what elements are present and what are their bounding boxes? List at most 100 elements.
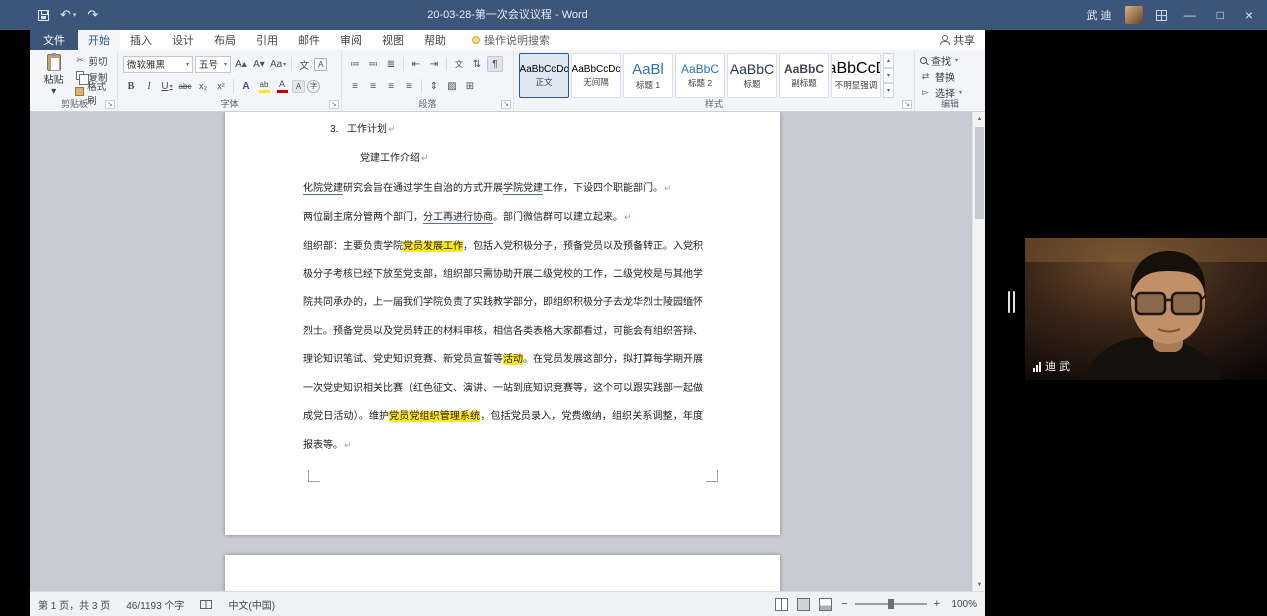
doc-paragraph[interactable]: 党建工作介绍↵ (303, 144, 703, 173)
word-count[interactable]: 46/1193 个字 (126, 597, 184, 612)
borders-button[interactable]: ⊞ (462, 78, 478, 94)
style-card-title[interactable]: AaBbC标题 (727, 53, 777, 98)
align-center-button[interactable]: ≡ (365, 78, 381, 94)
share-button[interactable]: 共享 (939, 30, 975, 50)
participant-name: 迪 武 (1045, 358, 1070, 374)
show-marks-button[interactable]: ¶ (487, 56, 503, 72)
grow-font-button[interactable]: A▴ (233, 56, 249, 72)
lightbulb-icon (472, 36, 480, 44)
shading-button[interactable]: ▨ (444, 78, 460, 94)
close-button[interactable]: × (1241, 0, 1257, 30)
font-color-bar (277, 90, 288, 93)
tab-mailings[interactable]: 邮件 (288, 30, 330, 50)
web-layout-button[interactable] (819, 598, 832, 611)
page-1[interactable]: 3.工作计划↵党建工作介绍↵化院党建研究会旨在通过学生自治的方式开展学院党建工作… (225, 112, 780, 535)
tab-view[interactable]: 视图 (372, 30, 414, 50)
styles-group-label: 样式 (514, 97, 914, 110)
tab-home[interactable]: 开始 (78, 30, 120, 50)
maximize-button[interactable]: □ (1213, 0, 1228, 30)
doc-text-run: 组织部：主要负责学院 (303, 241, 403, 252)
user-name-label[interactable]: 武 迪 (1087, 7, 1112, 23)
tab-references[interactable]: 引用 (246, 30, 288, 50)
style-card-subtitle[interactable]: AaBbC副标题 (779, 53, 829, 98)
multilevel-list-button[interactable]: ≣ (383, 56, 399, 72)
tab-layout[interactable]: 布局 (204, 30, 246, 50)
tab-help[interactable]: 帮助 (414, 30, 456, 50)
font-name-select[interactable]: 微软雅黑▾ (123, 56, 193, 73)
read-mode-button[interactable] (775, 598, 788, 611)
proofing-status[interactable] (200, 600, 212, 609)
font-size-select[interactable]: 五号▾ (195, 56, 231, 73)
scroll-thumb[interactable] (975, 127, 984, 219)
style-preview: AaBl (632, 61, 664, 78)
font-color-button[interactable]: A (274, 78, 290, 94)
change-case-button[interactable]: Aa▾ (269, 56, 287, 72)
paragraph-mark: ↵ (664, 183, 672, 193)
scroll-down-button[interactable]: ▼ (973, 578, 985, 591)
replace-button[interactable]: ⇄替换 (920, 69, 980, 84)
underline-button[interactable]: U▾ (159, 78, 175, 94)
panel-collapse-handle[interactable] (1008, 291, 1015, 313)
justify-button[interactable]: ≡ (401, 78, 417, 94)
text-effects-button[interactable]: A (238, 78, 254, 94)
ruby-button[interactable]: 文 (296, 56, 312, 72)
ribbon-tab-row: 文件 开始插入设计布局引用邮件审阅视图帮助 操作说明搜索 共享 (30, 30, 985, 50)
zoom-thumb[interactable] (888, 599, 894, 609)
styles-scroll-down-button[interactable]: ▾ (883, 68, 894, 83)
doc-text[interactable]: 3.工作计划↵党建工作介绍↵化院党建研究会旨在通过学生自治的方式开展学院党建工作… (303, 112, 703, 461)
scrollbar[interactable]: ▲ ▼ (972, 112, 985, 591)
layout-grid-icon[interactable] (1156, 10, 1167, 21)
user-avatar[interactable] (1125, 6, 1143, 24)
bullets-button[interactable]: ≔ (347, 56, 363, 72)
tab-review[interactable]: 审阅 (330, 30, 372, 50)
tab-file[interactable]: 文件 (30, 30, 78, 50)
styles-more-button[interactable]: ▾ (883, 83, 894, 98)
doc-paragraph[interactable]: 两位副主席分管两个部门，分工再进行协商。部门微信群可以建立起来。↵ (303, 203, 703, 232)
minimize-button[interactable]: — (1180, 0, 1200, 30)
style-card-no-spacing[interactable]: AaBbCcDc无间隔 (571, 53, 621, 98)
zoom-level[interactable]: 100% (949, 599, 977, 610)
char-border-button[interactable]: A (314, 58, 327, 71)
scroll-up-button[interactable]: ▲ (973, 112, 985, 125)
line-spacing-button[interactable]: ⇕ (426, 78, 442, 94)
style-card-heading-2[interactable]: AaBbC标题 2 (675, 53, 725, 98)
bold-button[interactable]: B (123, 78, 139, 94)
subscript-button[interactable]: x₂ (195, 78, 211, 94)
tab-insert[interactable]: 插入 (120, 30, 162, 50)
titlebar-right-controls: 武 迪 — □ × (1087, 0, 1258, 30)
italic-button[interactable]: I (141, 78, 157, 94)
align-right-button[interactable]: ≡ (383, 78, 399, 94)
increase-indent-button[interactable]: ⇥ (426, 56, 442, 72)
strikethrough-button[interactable]: abc (177, 78, 193, 94)
webcam-tile[interactable]: 迪 武 (1025, 238, 1267, 380)
decrease-indent-button[interactable]: ⇤ (408, 56, 424, 72)
zoom-out-button[interactable]: − (841, 598, 847, 610)
page-2[interactable] (225, 555, 780, 591)
find-button[interactable]: 查找▾ (920, 53, 980, 68)
print-layout-button[interactable] (797, 598, 810, 611)
style-card-heading-1[interactable]: AaBl标题 1 (623, 53, 673, 98)
cut-button[interactable]: ✂剪切 (75, 53, 112, 68)
doc-paragraph[interactable]: 3.工作计划↵ (303, 115, 703, 144)
superscript-button[interactable]: x² (213, 78, 229, 94)
style-card-normal[interactable]: AaBbCcDc正文 (519, 53, 569, 98)
zoom-slider[interactable] (855, 603, 927, 605)
styles-scroll-up-button[interactable]: ▴ (883, 53, 894, 68)
zoom-in-button[interactable]: + (934, 598, 940, 610)
tab-design[interactable]: 设计 (162, 30, 204, 50)
language-status[interactable]: 中文(中国) (228, 597, 275, 612)
char-shading-button[interactable]: A (292, 80, 305, 93)
enclose-character-button[interactable]: 字 (307, 80, 320, 93)
tell-me-button[interactable]: 操作说明搜索 (472, 30, 550, 50)
doc-paragraph[interactable]: 化院党建研究会旨在通过学生自治的方式开展学院党建工作，下设四个职能部门。↵ (303, 174, 703, 203)
paste-button[interactable]: 粘贴 ▾ (37, 53, 71, 100)
page-info[interactable]: 第 1 页，共 3 页 (38, 597, 110, 612)
align-left-button[interactable]: ≡ (347, 78, 363, 94)
sort-button[interactable]: ⇅ (469, 56, 485, 72)
shrink-font-button[interactable]: A▾ (251, 56, 267, 72)
asian-layout-button[interactable]: 文 (451, 56, 467, 72)
highlight-button[interactable]: ab (256, 78, 272, 94)
numbering-button[interactable]: ≕ (365, 56, 381, 72)
style-card-subtle-emphasis[interactable]: AaBbCcDc不明显强调 (831, 53, 881, 98)
doc-paragraph[interactable]: 组织部：主要负责学院党员发展工作，包括入党积极分子，预备党员以及预备转正。入党积… (303, 233, 703, 461)
